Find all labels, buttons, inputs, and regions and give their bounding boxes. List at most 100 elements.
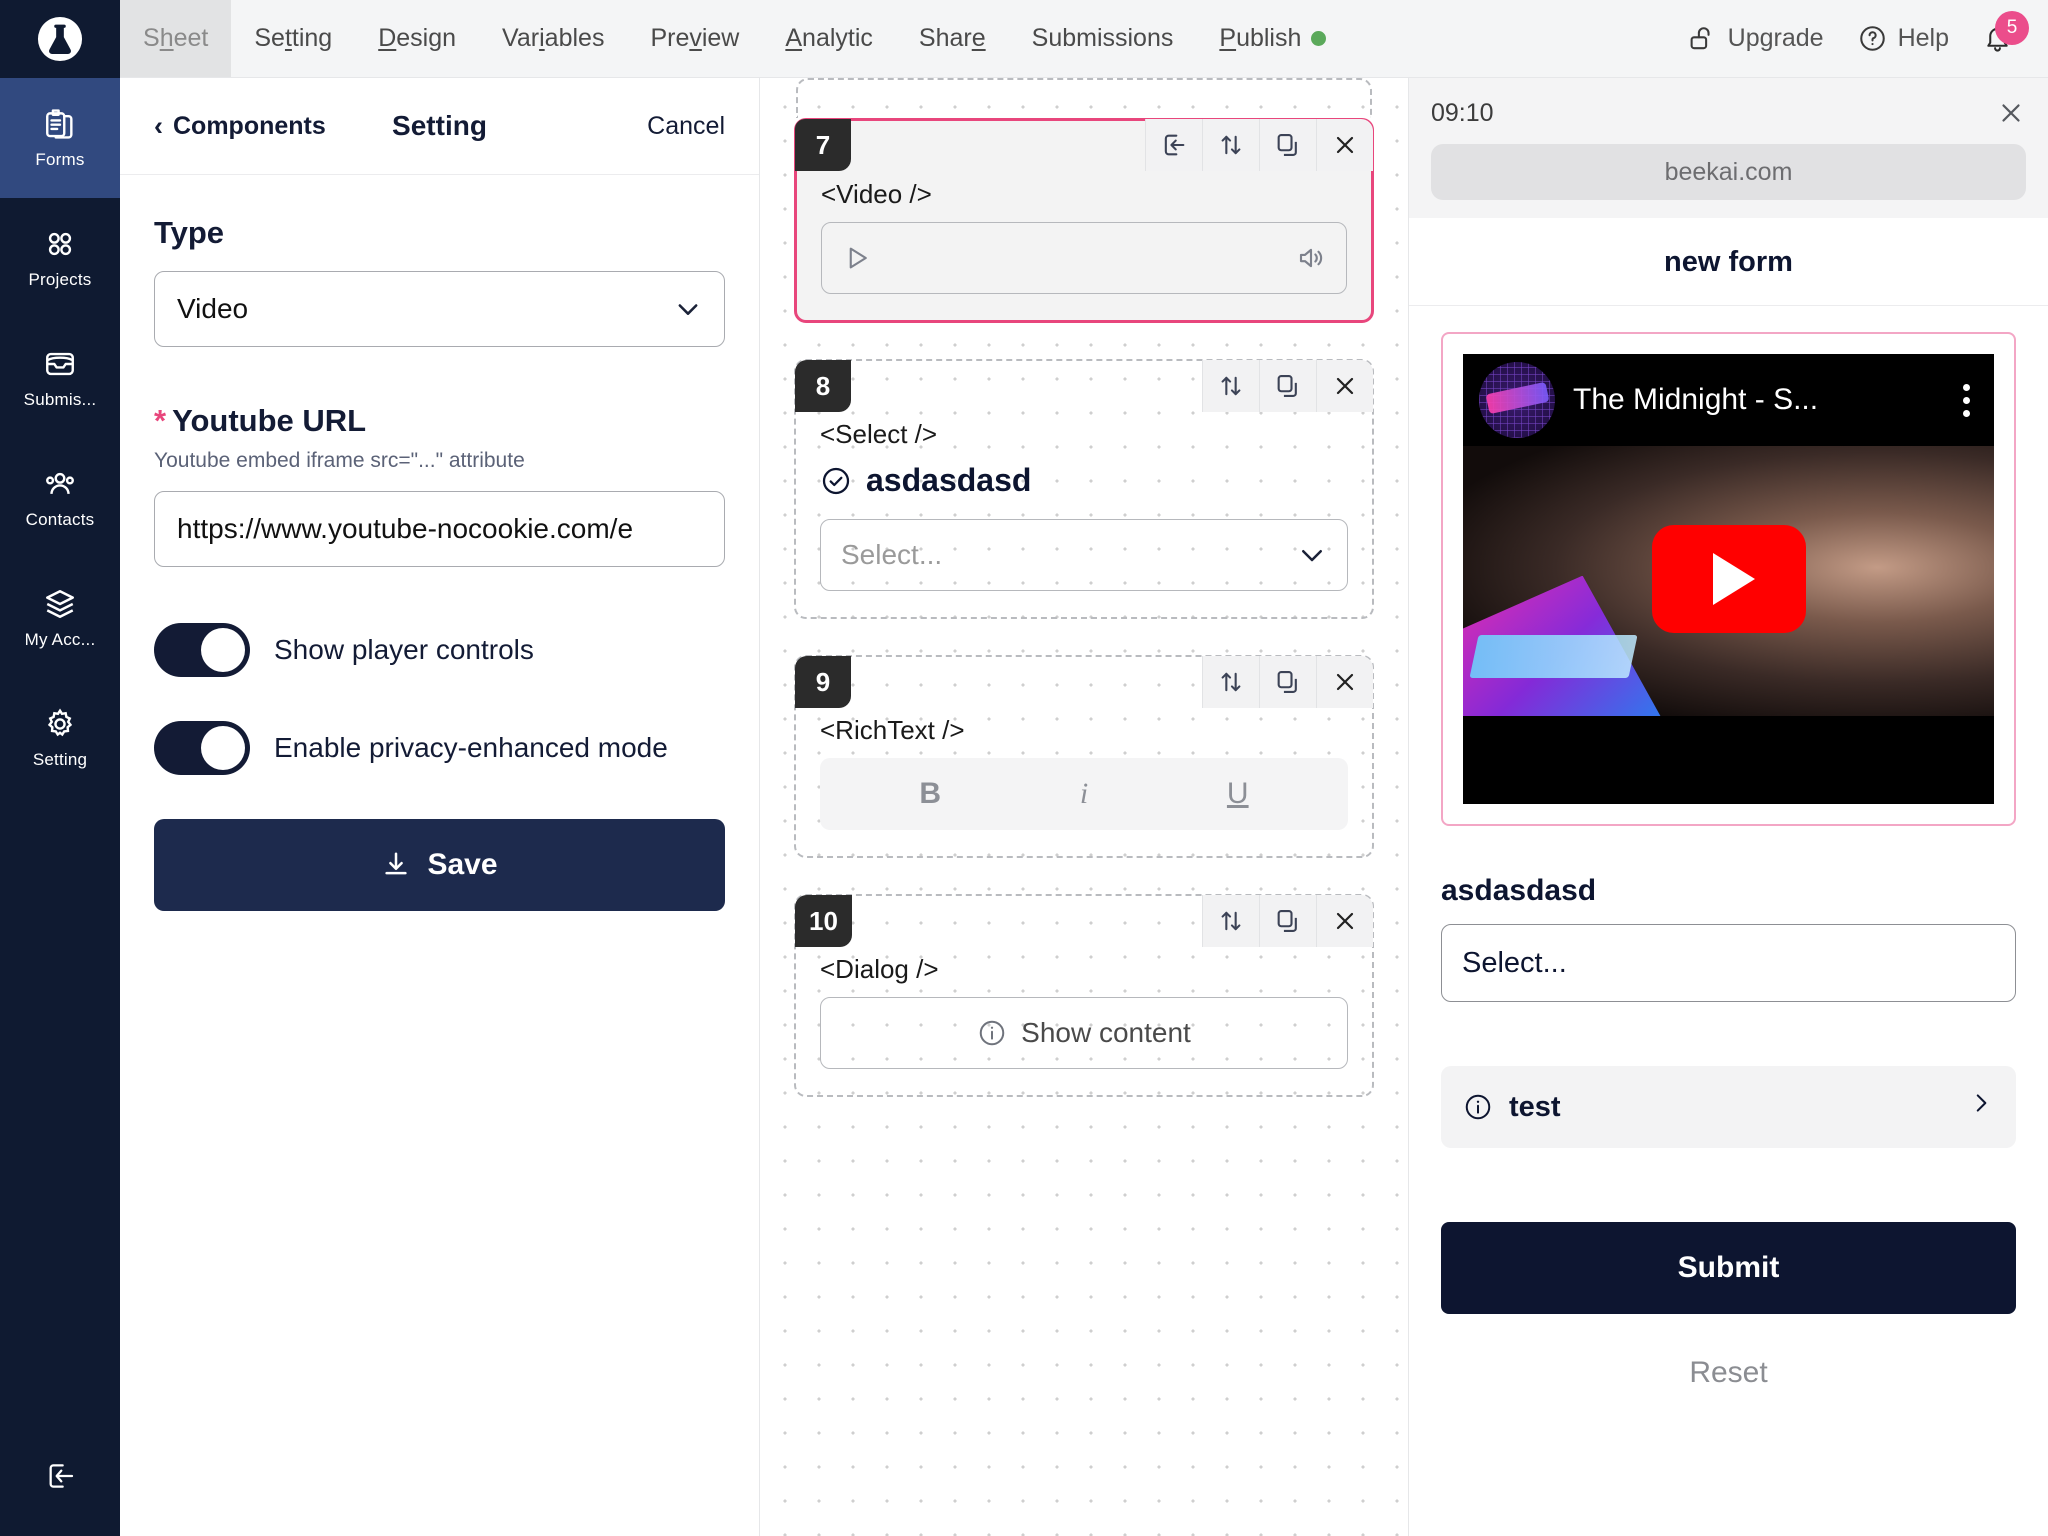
reorder-button[interactable] [1202,656,1259,708]
app-root: Forms Projects Submis... Contacts My Acc… [0,0,2048,1536]
preview-reset-button[interactable]: Reset [1441,1356,2016,1390]
sidebar-item-setting[interactable]: Setting [0,678,120,798]
reorder-button[interactable] [1202,360,1259,412]
preview-body: The Midnight - S... asdasdasd Select... [1409,306,2048,1390]
youtube-play-button[interactable] [1651,525,1806,633]
reorder-button[interactable] [1202,895,1259,947]
tab-submissions[interactable]: Submissions [1009,0,1197,77]
help-circle-icon [1859,26,1885,51]
save-button[interactable]: Save [154,819,725,911]
youtube-channel-avatar-icon [1479,362,1555,438]
upgrade-label: Upgrade [1727,24,1824,52]
block-toolbar [1145,119,1373,171]
preview-time: 09:10 [1431,98,1494,127]
youtube-header: The Midnight - S... [1463,354,1994,446]
preview-close-button[interactable] [1996,98,2026,128]
preview-youtube-embed[interactable]: The Midnight - S... [1463,354,1994,804]
bold-button[interactable]: B [919,777,941,811]
sidebar-item-label: Contacts [25,509,95,529]
sidebar-item-my-account[interactable]: My Acc... [0,558,120,678]
youtube-url-input[interactable]: https://www.youtube-nocookie.com/e [154,491,725,567]
block-number: 9 [795,656,851,708]
info-circle-icon [1465,1094,1491,1120]
projects-grid-icon [48,232,72,255]
insert-button[interactable] [1145,119,1202,171]
reorder-icon [1221,135,1241,155]
sidebar-item-projects[interactable]: Projects [0,198,120,318]
cancel-button[interactable]: Cancel [647,112,725,141]
preview-dialog-row[interactable]: test [1441,1066,2016,1148]
more-vertical-icon[interactable] [1963,383,1978,417]
url-field-hint: Youtube embed iframe src="..." attribute [154,449,525,472]
tab-variables[interactable]: Var i ables [479,0,627,77]
sheet-canvas[interactable]: 7 <Video /> 8 <Select /> asdasdasd Selec… [760,78,1408,1536]
block-toolbar [1202,895,1373,947]
preview-video-frame: The Midnight - S... [1441,332,2016,826]
component-block-dialog[interactable]: 10 <Dialog /> Show content [794,894,1374,1097]
reorder-button[interactable] [1202,119,1259,171]
select-placeholder-text: Select... [841,539,943,570]
preview-url-bar[interactable]: beekai.com [1431,144,2026,200]
block-tag: <Select /> [820,419,938,449]
reorder-icon [1221,672,1241,692]
youtube-video-title: The Midnight - S... [1573,383,1819,416]
publish-status-dot [1311,31,1327,46]
duplicate-button[interactable] [1259,895,1316,947]
block-tag: <Video /> [821,179,932,209]
tab-analytic[interactable]: Analytic [762,0,896,77]
reorder-icon [1221,376,1241,396]
video-player-placeholder[interactable] [821,222,1347,294]
duplicate-button[interactable] [1259,360,1316,412]
notifications-button[interactable]: 5 [1983,11,2029,53]
preview-select-input[interactable]: Select... [1441,924,2016,1002]
show-player-controls-toggle[interactable] [154,623,250,677]
close-icon [1336,673,1354,691]
submissions-tray-icon [46,352,74,375]
type-select-value: Video [177,293,249,324]
download-save-icon [385,852,408,875]
help-button[interactable]: Help [1858,24,1949,53]
close-button[interactable] [1316,895,1373,947]
upgrade-button[interactable]: Upgrade [1688,24,1824,53]
show-content-button[interactable]: Show content [820,997,1348,1069]
app-logo[interactable] [0,0,120,78]
sidebar-item-label: Submis... [23,389,97,409]
toggle-knob [201,726,245,770]
back-to-components-button[interactable]: ‹ Components [154,112,326,141]
tab-setting[interactable]: Se t ting [231,0,355,77]
block-number: 10 [795,895,852,947]
tab-preview[interactable]: Pre v iew [627,0,762,77]
url-label-text: Youtube URL [172,403,367,438]
duplicate-icon [1277,375,1297,397]
tab-publish[interactable]: Publish [1196,0,1349,77]
duplicate-button[interactable] [1259,656,1316,708]
type-select[interactable]: Video [154,271,725,347]
preview-chrome-top: 09:10 [1431,98,2026,128]
sidebar-item-label: My Acc... [24,629,96,649]
show-content-label: Show content [1021,1017,1191,1048]
block-tag: <RichText /> [820,715,965,745]
underline-button[interactable]: U [1227,777,1249,811]
required-marker: * [154,403,167,438]
duplicate-button[interactable] [1259,119,1316,171]
italic-button[interactable]: i [1080,777,1088,811]
sidebar-item-forms[interactable]: Forms [0,78,120,198]
close-button[interactable] [1316,656,1373,708]
tab-sheet[interactable]: Sh eet [120,0,232,77]
richtext-toolbar: B i U [820,758,1348,830]
close-button[interactable] [1316,360,1373,412]
preview-submit-button[interactable]: Submit [1441,1222,2016,1314]
component-block-video[interactable]: 7 <Video /> [794,118,1374,323]
tab-design[interactable]: Design [355,0,479,77]
logout-button[interactable] [0,1416,120,1536]
component-block-richtext[interactable]: 9 <RichText /> B i U [794,655,1374,858]
unlock-icon [1690,27,1710,50]
select-placeholder-box[interactable]: Select... [820,519,1348,591]
privacy-enhanced-toggle[interactable] [154,721,250,775]
sidebar-item-submissions[interactable]: Submis... [0,318,120,438]
tab-share[interactable]: Shar e [896,0,1009,77]
close-button[interactable] [1316,119,1373,171]
component-block-select[interactable]: 8 <Select /> asdasdasd Select... [794,359,1374,619]
sidebar-item-contacts[interactable]: Contacts [0,438,120,558]
